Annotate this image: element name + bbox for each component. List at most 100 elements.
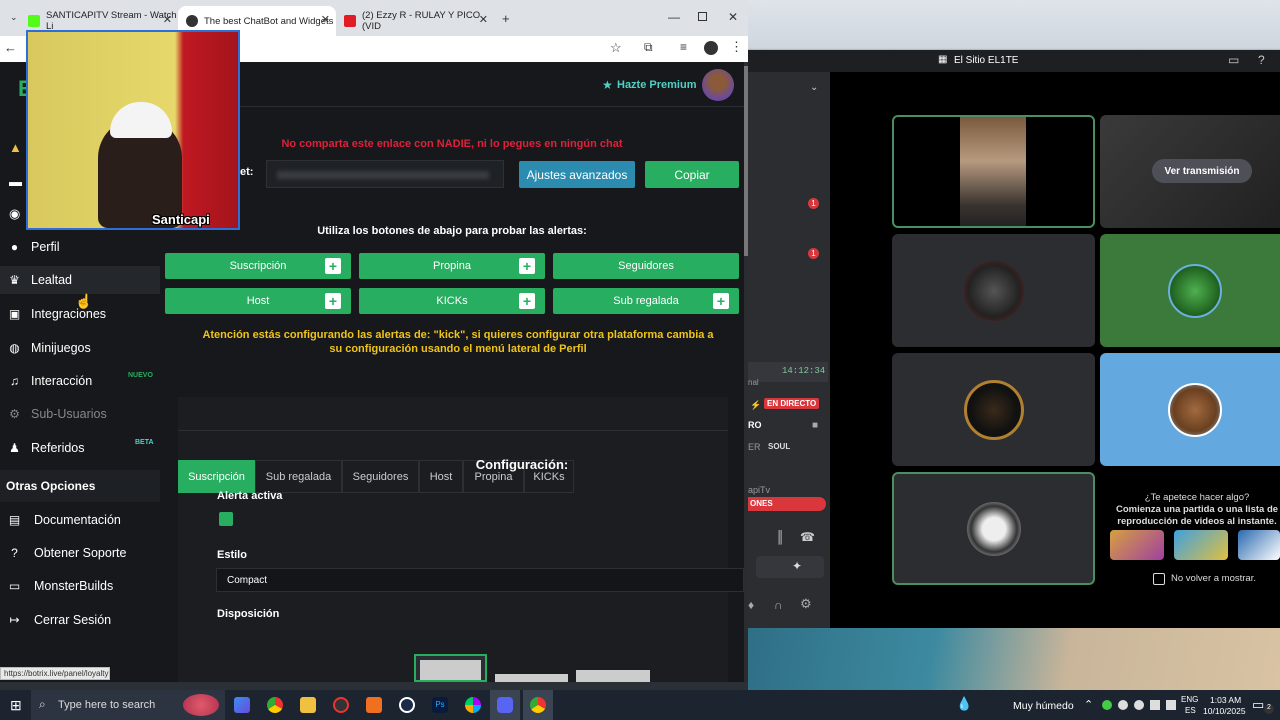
tray-icon[interactable] [1102,700,1112,710]
extensions-icon[interactable]: ⧉ [644,40,653,55]
back-icon[interactable]: ← [4,40,17,55]
test-kicks-button[interactable]: KICKs + [359,288,545,314]
sidebar-item-cerrar-sesion[interactable]: ↦ Cerrar Sesión [8,613,111,627]
premium-link[interactable]: Hazte Premium [617,79,696,91]
obs-icon[interactable] [333,697,349,713]
hangup-icon[interactable]: ☎ [800,530,815,544]
headphones-icon[interactable]: ∩ [774,598,783,612]
stream-tile[interactable]: Ver transmisión [1100,115,1280,228]
steam-icon[interactable] [399,697,415,713]
alert-url-input[interactable] [266,160,504,188]
tray-icon[interactable] [1118,700,1128,710]
stream-preview [960,117,1026,226]
user-fragment: ER [748,442,761,452]
test-gifted-sub-button[interactable]: Sub regalada + [553,288,739,314]
dashboard-icon[interactable]: ▬ [9,174,22,189]
dont-show-checkbox[interactable] [1153,573,1165,585]
layout-option-selected[interactable] [414,654,487,682]
video-tile[interactable] [892,115,1095,228]
lang-secondary[interactable]: ES [1185,706,1196,715]
file-explorer-icon[interactable] [300,697,316,713]
tray-chevron-icon[interactable]: ⌃ [1084,698,1093,711]
user-tile[interactable] [892,472,1095,585]
waveform-icon[interactable]: ║ [776,530,785,544]
blurred-url [277,171,489,179]
clock-time[interactable]: 1:03 AM [1210,695,1241,705]
gear-icon[interactable]: ⚙ [800,596,812,612]
scrollbar-thumb[interactable] [744,66,748,256]
browser-tab[interactable]: (2) Ezzy R - RULAY Y PICO (VID ✕ [336,6,494,36]
activity-thumbnail[interactable] [1238,530,1280,560]
copilot-icon[interactable] [234,697,250,713]
tray-icon[interactable] [1134,700,1144,710]
lang-primary[interactable]: ENG [1181,695,1198,704]
taskbar-search[interactable]: ⌕ Type here to search [31,690,225,720]
active-checkbox[interactable] [219,512,233,526]
chrome-icon[interactable] [267,697,283,713]
copy-button[interactable]: Copiar [645,161,739,188]
tab-list-icon[interactable]: ⌄ [10,12,18,23]
sidebar-item-minijuegos[interactable]: ◍ Minijuegos [8,341,91,355]
sidebar-item-perfil[interactable]: ● Perfil [8,240,60,254]
sidebar-item-soporte[interactable]: ? Obtener Soporte [8,546,126,560]
user-tile[interactable] [1100,353,1280,466]
robot-icon[interactable]: ◉ [9,206,20,222]
new-tab-icon[interactable]: + [502,11,510,26]
bookmark-star-icon[interactable]: ☆ [610,40,622,56]
sidebar-item-interaccion[interactable]: ♫ Interacción [8,374,92,388]
screen-icon[interactable]: ▭ [1228,53,1239,67]
maximize-icon[interactable] [698,12,707,21]
clock-date[interactable]: 10/10/2025 [1203,706,1246,716]
close-tab-icon[interactable]: ✕ [321,13,330,26]
menu-icon[interactable]: ⋮ [730,39,743,55]
app-icon-2[interactable] [465,697,481,713]
discord-taskbar-active[interactable] [490,690,520,720]
live-badge: EN DIRECTO [764,398,820,409]
user-tile[interactable] [892,353,1095,466]
watch-stream-button[interactable]: Ver transmisión [1152,159,1252,183]
style-select[interactable]: Compact [216,568,744,592]
chrome-taskbar-active[interactable] [523,690,553,720]
close-tab-icon[interactable]: ✕ [479,13,488,26]
volume-icon[interactable] [1166,700,1176,710]
activity-button[interactable]: ✦ [756,556,824,578]
user-tile[interactable] [892,234,1095,347]
close-window-icon[interactable]: ✕ [728,10,738,24]
app-icon[interactable] [366,697,382,713]
mic-icon[interactable]: ♦ [748,598,754,612]
soul-label: SOUL [768,442,791,451]
activity-title: ¿Te apetece hacer algo? [1144,492,1250,503]
close-tab-icon[interactable]: ✕ [163,13,172,26]
activity-thumbnail[interactable] [1110,530,1164,560]
network-icon[interactable] [1150,700,1160,710]
sidebar-item-lealtad[interactable]: ♛ Lealtad [0,266,160,294]
help-icon[interactable]: ? [1258,53,1265,67]
chrome-icon [530,697,546,713]
layout-option[interactable] [576,670,650,682]
user-avatar[interactable] [702,69,734,101]
profile-avatar[interactable] [704,41,718,55]
layout-option[interactable] [495,674,568,682]
minimize-icon[interactable]: — [668,10,680,24]
test-tip-button[interactable]: Propina + [359,253,545,279]
media-icon[interactable]: ≡ [680,40,687,54]
user-tile[interactable] [1100,234,1280,347]
advanced-settings-button[interactable]: Ajustes avanzados [519,161,635,188]
test-host-button[interactable]: Host + [165,288,351,314]
header-divider [160,106,744,107]
windows-start-icon[interactable]: ⊞ [10,697,22,714]
sidebar-item-documentacion[interactable]: ▤ Documentación [8,513,121,527]
sidebar-item-monsterbuilds[interactable]: ▭ MonsterBuilds [8,579,113,593]
camera-icon[interactable]: ■ [812,420,818,431]
notification-center-icon[interactable]: ▭ [1252,697,1264,713]
chevron-down-icon[interactable]: ⌄ [810,82,818,93]
weather-text[interactable]: Muy húmedo [1013,700,1074,712]
notification-badge: 1 [808,248,819,259]
sidebar-item-referidos[interactable]: ♟ Referidos [8,441,84,455]
sidebar-item-sub-usuarios[interactable]: ⚙ Sub-Usuarios [8,407,107,421]
test-followers-button[interactable]: Seguidores [553,253,739,279]
test-subscription-button[interactable]: Suscripción + [165,253,351,279]
activity-thumbnail[interactable] [1174,530,1228,560]
photoshop-icon[interactable]: Ps [432,697,448,713]
alert-icon[interactable]: ▲ [9,140,22,155]
